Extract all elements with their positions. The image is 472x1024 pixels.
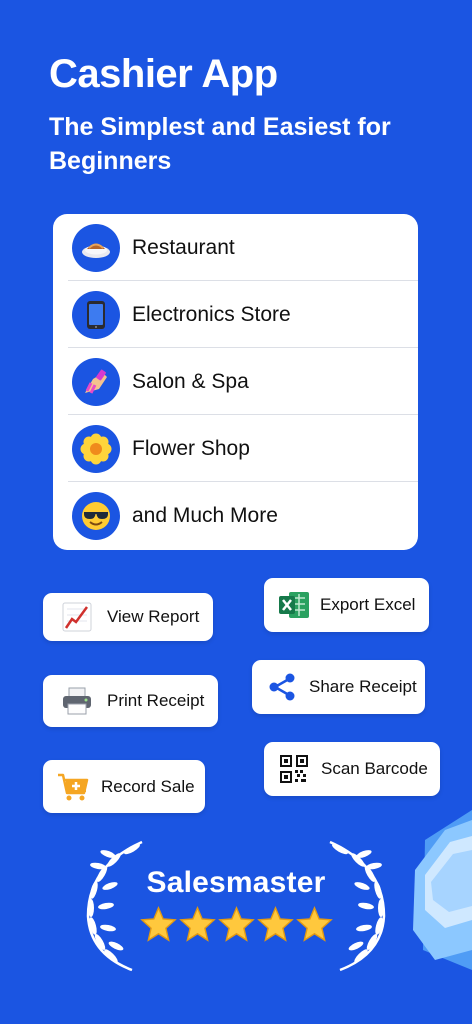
sunglasses-face-icon (72, 491, 120, 540)
share-receipt-label: Share Receipt (309, 677, 417, 696)
category-label: Electronics Store (132, 302, 291, 326)
export-excel-pill: Export Excel (264, 578, 429, 632)
printer-icon (59, 683, 95, 719)
cart-add-icon (55, 769, 91, 805)
food-plate-icon (72, 223, 120, 272)
share-receipt-pill: Share Receipt (252, 660, 425, 714)
view-report-pill: View Report (43, 593, 213, 641)
decorative-box-icon (413, 810, 472, 970)
print-receipt-label: Print Receipt (107, 691, 205, 710)
view-report-label: View Report (107, 607, 200, 626)
rating-stars (140, 906, 333, 943)
app-subtitle: The Simplest and Easiest for Beginners (49, 113, 391, 175)
excel-icon (276, 587, 312, 623)
nail-polish-icon (72, 357, 120, 406)
chart-up-icon (59, 599, 95, 635)
category-list-card: Restaurant Electronics Store Salon & Spa (53, 214, 418, 550)
smartphone-icon (72, 290, 120, 339)
record-sale-label: Record Sale (101, 776, 195, 796)
category-item-restaurant: Restaurant (68, 214, 418, 281)
star-icon (296, 906, 333, 942)
print-receipt-pill: Print Receipt (43, 675, 218, 727)
category-item-more: and Much More (68, 482, 418, 549)
category-label: and Much More (132, 503, 278, 527)
qr-code-icon (276, 751, 312, 787)
star-icon (179, 906, 216, 942)
brand-name: Salesmaster (146, 866, 326, 899)
record-sale-pill: Record Sale (43, 760, 205, 813)
category-label: Flower Shop (132, 436, 250, 460)
category-item-electronics: Electronics Store (68, 281, 418, 348)
share-icon (264, 669, 300, 705)
scan-barcode-pill: Scan Barcode (264, 742, 440, 796)
category-item-salon: Salon & Spa (68, 348, 418, 415)
flower-icon (72, 424, 120, 473)
scan-barcode-label: Scan Barcode (321, 759, 428, 778)
star-icon (218, 906, 255, 942)
star-icon (257, 906, 294, 942)
export-excel-label: Export Excel (320, 595, 416, 614)
app-title: Cashier App (49, 52, 278, 96)
category-label: Restaurant (132, 235, 235, 259)
star-icon (140, 906, 177, 942)
category-item-flower: Flower Shop (68, 415, 418, 482)
category-label: Salon & Spa (132, 369, 249, 393)
